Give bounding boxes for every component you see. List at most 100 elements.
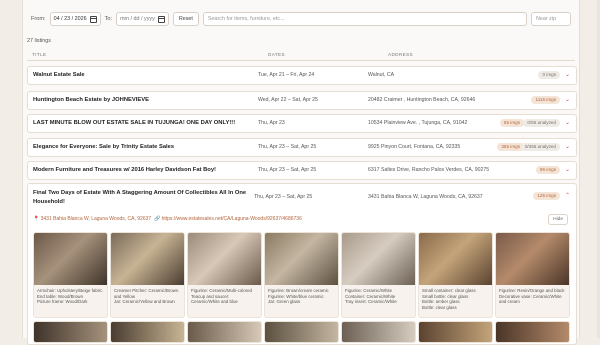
item-photo[interactable] [187,321,262,343]
listing-address: 20482 Craimer , Huntington Beach, CA, 92… [368,97,476,103]
caption-line: Jar: Green glass [268,299,301,305]
listing-row[interactable]: Huntington Beach Estate by JOHNEVIEVE Wed… [27,91,577,110]
item-image-card[interactable]: Small container: clear glass Small bottle… [418,232,493,318]
listing-row[interactable]: LAST MINUTE BLOW OUT ESTATE SALE IN TUJU… [27,114,577,133]
listing-address: 6317 Saltes Drive, Rancho Palos Verdes, … [368,167,490,173]
listing-dates: Thu, Apr 23 – Sat, Apr 25 [254,194,313,200]
map-pin-icon: 📍 [33,216,40,222]
caption-line: Tray insert: Ceramic/White [345,299,397,305]
main-panel: From: 04 / 23 / 2026 To: mm / dd / yyyy … [22,0,580,345]
item-caption: Figurine: Brown/cream ceramic Figurine: W… [268,288,336,305]
item-caption: Figurine: Ceramic/Multi-colored Teacup an… [191,288,259,305]
table-header: TITLE DATES ADDRESS [27,50,575,61]
to-date-value: mm / dd / yyyy [120,16,155,22]
image-count-badge: 125 imgs [533,192,560,200]
to-date-input[interactable]: mm / dd / yyyy [116,12,169,26]
expand-icon[interactable]: ⌄ [565,71,570,78]
collapse-icon[interactable]: ⌃ [565,192,570,199]
caption-line: Armchair: Upholstery/Beige fabric [37,288,103,293]
item-photo[interactable] [264,321,339,343]
listing-links: 📍 3431 Bahia Blanca W, Laguna Woods, CA,… [33,216,302,222]
expand-icon[interactable]: ⌄ [565,96,570,103]
listing-title[interactable]: Walnut Estate Sale [33,72,85,78]
caption-line: Decorative vase: Ceramic/White and cream [499,293,562,305]
column-dates: DATES [268,52,285,57]
image-count-badge: 96 imgs [535,166,560,174]
item-image-card[interactable]: Figurine: Ceramic/Multi-colored Teacup an… [187,232,262,318]
item-image-card[interactable]: Figurine: Resin/Orange and black Decorati… [495,232,570,318]
listing-row[interactable]: Elegance for Everyone: Sale by Trinity E… [27,138,577,157]
filter-bar: From: 04 / 23 / 2026 To: mm / dd / yyyy … [31,8,571,30]
link-icon: 🔗 [153,216,161,222]
image-count-badge: 0 imgs [538,71,560,79]
item-caption: Armchair: Upholstery/Beige fabric End tab… [37,288,105,305]
caption-line: Bottle: clear glass [422,304,457,310]
item-photo[interactable] [34,233,107,285]
listing-title[interactable]: Modern Furniture and Treasures w/ 2016 H… [33,167,216,173]
item-photo[interactable] [111,233,184,285]
listing-title[interactable]: Elegance for Everyone: Sale by Trinity E… [33,144,174,150]
from-date-input[interactable]: 04 / 23 / 2026 [49,12,101,26]
expanded-listing[interactable]: Final Two Days of Estate With A Staggeri… [27,183,577,345]
image-count-badge: 1115 imgs [531,96,560,104]
item-caption: Figurine: Resin/Orange and black Decorati… [499,288,567,305]
expand-icon[interactable]: ⌄ [565,143,570,150]
item-image-card[interactable]: Armchair: Upholstery/Beige fabric End tab… [33,232,108,318]
item-photo[interactable] [33,321,108,343]
caption-line: Figurine: Brown/cream ceramic [268,288,329,293]
from-label: From: [31,16,46,22]
item-photo[interactable] [496,233,569,285]
from-date-value: 04 / 23 / 2026 [53,16,87,22]
item-caption: Small container: clear glass Small bottle… [422,288,490,310]
item-caption: Creamer Pitcher: Ceramic/Brown and Yello… [114,288,182,305]
listing-count: 27 listings [27,38,51,44]
expand-icon[interactable]: ⌄ [565,166,570,173]
listing-dates: Thu, Apr 23 [258,120,285,126]
listing-dates: Thu, Apr 23 – Sat, Apr 25 [258,144,317,150]
listing-address: 10534 Plainview Ave. , Tujunga, CA, 9104… [368,120,468,126]
item-photo[interactable] [495,321,570,343]
analyzed-badge: 0/55 analyzed [523,119,560,127]
listing-dates: Tue, Apr 21 – Fri, Apr 24 [258,72,315,78]
listing-title[interactable]: LAST MINUTE BLOW OUT ESTATE SALE IN TUJU… [33,120,235,126]
item-photo[interactable] [265,233,338,285]
calendar-icon[interactable] [89,15,97,23]
item-image-card[interactable]: Creamer Pitcher: Ceramic/Brown and Yello… [110,232,185,318]
listing-title[interactable]: Final Two Days of Estate With A Staggeri… [33,189,253,206]
listing-address: 3431 Bahia Blanca W, Laguna Woods, CA, 9… [368,194,483,200]
item-photo[interactable] [418,321,493,343]
item-photo[interactable] [419,233,492,285]
expand-icon[interactable]: ⌄ [565,119,570,126]
listing-dates: Thu, Apr 23 – Sat, Apr 25 [258,167,317,173]
analyzed-badge: 0/355 analyzed [520,143,560,151]
calendar-icon[interactable] [157,15,165,23]
hide-button[interactable]: Hide [548,214,568,225]
reset-button[interactable]: Reset [172,12,199,26]
near-zip-input[interactable]: Near zip [531,12,571,26]
listing-row[interactable]: Modern Furniture and Treasures w/ 2016 H… [27,161,577,180]
item-photo[interactable] [188,233,261,285]
listing-address: 9925 Pinyon Court, Fontana, CA, 92335 [368,144,461,150]
caption-line: Teacup and saucer: Ceramic/White and blu… [191,293,238,305]
item-photo[interactable] [341,321,416,343]
caption-line: Figurine: Ceramic/Multi-colored [191,288,252,293]
listing-url-link[interactable]: https://www.estatesales.net/CA/Laguna-Wo… [162,216,302,222]
item-image-card[interactable]: Figurine: Ceramic/White Container: Cerami… [341,232,416,318]
search-input[interactable]: Search for items, furniture, etc... [202,12,527,26]
caption-line: Figurine: Resin/Orange and black [499,288,565,293]
to-label: To: [104,16,113,22]
listing-title[interactable]: Huntington Beach Estate by JOHNEVIEVE [33,97,149,103]
listing-row[interactable]: Walnut Estate Sale Tue, Apr 21 – Fri, Apr… [27,66,577,85]
caption-line: Picture frame: Wood/Dark [37,299,88,305]
caption-line: Creamer Pitcher: Ceramic/Brown and Yello… [114,288,179,299]
column-title: TITLE [32,52,47,57]
listing-address: Walnut, CA [368,72,395,78]
map-link[interactable]: 3431 Bahia Blanca W, Laguna Woods, CA, 9… [41,216,152,222]
item-image-card[interactable]: Figurine: Brown/cream ceramic Figurine: W… [264,232,339,318]
image-count-badge: 55 imgs [499,119,524,127]
column-address: ADDRESS [388,52,414,57]
item-caption: Figurine: Ceramic/White Container: Cerami… [345,288,413,305]
item-photo[interactable] [110,321,185,343]
item-photo[interactable] [342,233,415,285]
listing-dates: Wed, Apr 22 – Sat, Apr 25 [258,97,318,103]
